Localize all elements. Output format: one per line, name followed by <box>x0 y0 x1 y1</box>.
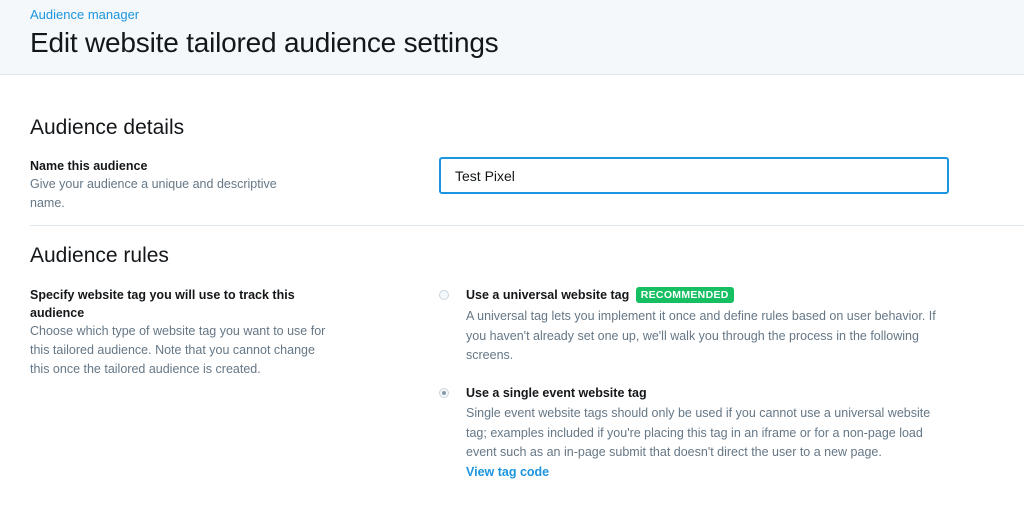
section-divider <box>30 225 1024 226</box>
single-event-tag-radio[interactable] <box>439 388 449 398</box>
website-tag-help: Choose which type of website tag you wan… <box>30 324 326 376</box>
universal-tag-description: A universal tag lets you implement it on… <box>466 309 936 362</box>
universal-tag-radio[interactable] <box>439 290 449 300</box>
name-audience-help: Give your audience a unique and descript… <box>30 177 277 210</box>
single-event-tag-description: Single event website tags should only be… <box>466 406 931 459</box>
section-title-audience-rules: Audience rules <box>30 244 169 267</box>
website-tag-label: Specify website tag you will use to trac… <box>30 288 295 320</box>
page-header: Audience manager Edit website tailored a… <box>0 0 1024 75</box>
page-title: Edit website tailored audience settings <box>30 27 499 58</box>
single-event-tag-option[interactable]: Use a single event website tag <box>466 384 647 402</box>
single-event-tag-label: Use a single event website tag <box>466 386 647 400</box>
section-title-audience-details: Audience details <box>30 116 185 139</box>
audience-name-input[interactable] <box>439 157 949 194</box>
universal-tag-option[interactable]: Use a universal website tag RECOMMENDED <box>466 286 734 304</box>
universal-tag-label: Use a universal website tag <box>466 288 630 302</box>
name-audience-label: Name this audience <box>30 159 148 173</box>
view-tag-code-link[interactable]: View tag code <box>466 465 549 479</box>
breadcrumb-audience-manager[interactable]: Audience manager <box>30 7 139 22</box>
recommended-badge: RECOMMENDED <box>635 287 734 303</box>
